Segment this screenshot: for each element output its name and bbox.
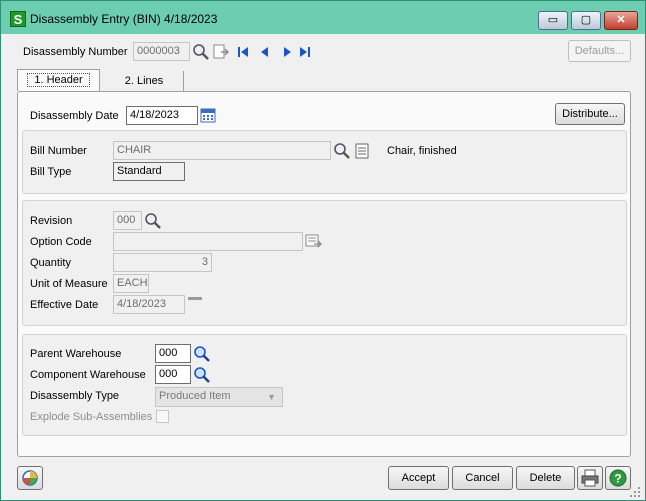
option-lookup-icon[interactable] — [305, 233, 323, 251]
unit-of-measure-input[interactable]: EACH — [113, 274, 149, 293]
component-warehouse-input[interactable]: 000 — [155, 365, 191, 384]
disassembly-number-input[interactable]: 0000003 — [133, 42, 190, 61]
revision-label: Revision — [30, 215, 73, 227]
disassembly-date-label: Disassembly Date — [30, 110, 119, 122]
maximize-button[interactable]: ▢ — [571, 11, 601, 30]
customizer-icon — [22, 470, 38, 486]
option-code-input[interactable] — [113, 232, 303, 251]
bill-description: Chair, finished — [387, 145, 457, 157]
parent-warehouse-input[interactable]: 000 — [155, 344, 191, 363]
last-record-icon[interactable] — [299, 46, 311, 58]
close-button[interactable]: ✕ — [604, 11, 638, 30]
explode-sub-assemblies-checkbox[interactable] — [156, 410, 169, 423]
accept-button[interactable]: Accept — [388, 466, 449, 490]
printer-icon — [581, 469, 599, 487]
bill-number-label: Bill Number — [30, 145, 87, 157]
component-warehouse-search-icon[interactable] — [193, 366, 211, 384]
chevron-down-icon: ▼ — [267, 392, 276, 402]
print-button[interactable] — [577, 466, 603, 490]
parent-warehouse-label: Parent Warehouse — [30, 348, 122, 360]
resize-grip-icon[interactable] — [629, 486, 641, 498]
help-button[interactable]: ? — [605, 466, 631, 490]
disassembly-number-label: Disassembly Number — [23, 46, 128, 58]
disassembly-entry-window: S Disassembly Entry (BIN) 4/18/2023 ▭ ▢ … — [0, 0, 646, 501]
memo-icon[interactable] — [355, 143, 369, 159]
minimize-button[interactable]: ▭ — [538, 11, 568, 30]
help-icon: ? — [609, 469, 627, 487]
option-code-label: Option Code — [30, 236, 92, 248]
delete-button[interactable]: Delete — [516, 466, 575, 490]
title-bar[interactable]: S Disassembly Entry (BIN) 4/18/2023 ▭ ▢ … — [1, 1, 645, 34]
bill-type-label: Bill Type — [30, 166, 72, 178]
bill-type-value: Standard — [113, 162, 185, 181]
tab-lines[interactable]: 2. Lines — [105, 71, 184, 93]
effective-date-input[interactable]: 4/18/2023 — [113, 295, 185, 314]
revision-input[interactable]: 000 — [113, 211, 142, 230]
quantity-input[interactable]: 3 — [113, 253, 212, 272]
copy-record-icon[interactable] — [212, 43, 230, 61]
unit-of-measure-label: Unit of Measure — [30, 278, 108, 290]
explode-sub-assemblies-label: Explode Sub-Assemblies — [30, 411, 153, 423]
disassembly-type-label: Disassembly Type — [30, 390, 120, 402]
calendar-icon[interactable] — [200, 107, 216, 123]
parent-warehouse-search-icon[interactable] — [193, 345, 211, 363]
cancel-button[interactable]: Cancel — [452, 466, 513, 490]
effective-date-calendar-icon[interactable] — [187, 296, 203, 302]
search-icon[interactable] — [192, 43, 210, 61]
disassembly-type-select[interactable]: Produced Item ▼ — [155, 387, 283, 407]
next-record-icon[interactable] — [281, 46, 293, 58]
effective-date-label: Effective Date — [30, 299, 99, 311]
svg-text:?: ? — [614, 472, 621, 486]
defaults-button[interactable]: Defaults... — [568, 40, 631, 62]
tab-header[interactable]: 1. Header — [17, 69, 100, 91]
disassembly-date-input[interactable]: 4/18/2023 — [126, 106, 198, 125]
tab-header-label: 1. Header — [27, 73, 90, 87]
distribute-button[interactable]: Distribute... — [555, 103, 625, 125]
revision-search-icon[interactable] — [144, 212, 162, 230]
disassembly-type-value: Produced Item — [159, 390, 231, 402]
quantity-label: Quantity — [30, 257, 71, 269]
customizer-button[interactable] — [17, 466, 43, 490]
window-title: Disassembly Entry (BIN) 4/18/2023 — [30, 12, 218, 26]
app-logo-icon: S — [10, 11, 26, 27]
previous-record-icon[interactable] — [259, 46, 271, 58]
first-record-icon[interactable] — [237, 46, 249, 58]
bill-search-icon[interactable] — [333, 142, 351, 160]
component-warehouse-label: Component Warehouse — [30, 369, 146, 381]
bill-number-input[interactable]: CHAIR — [113, 141, 331, 160]
